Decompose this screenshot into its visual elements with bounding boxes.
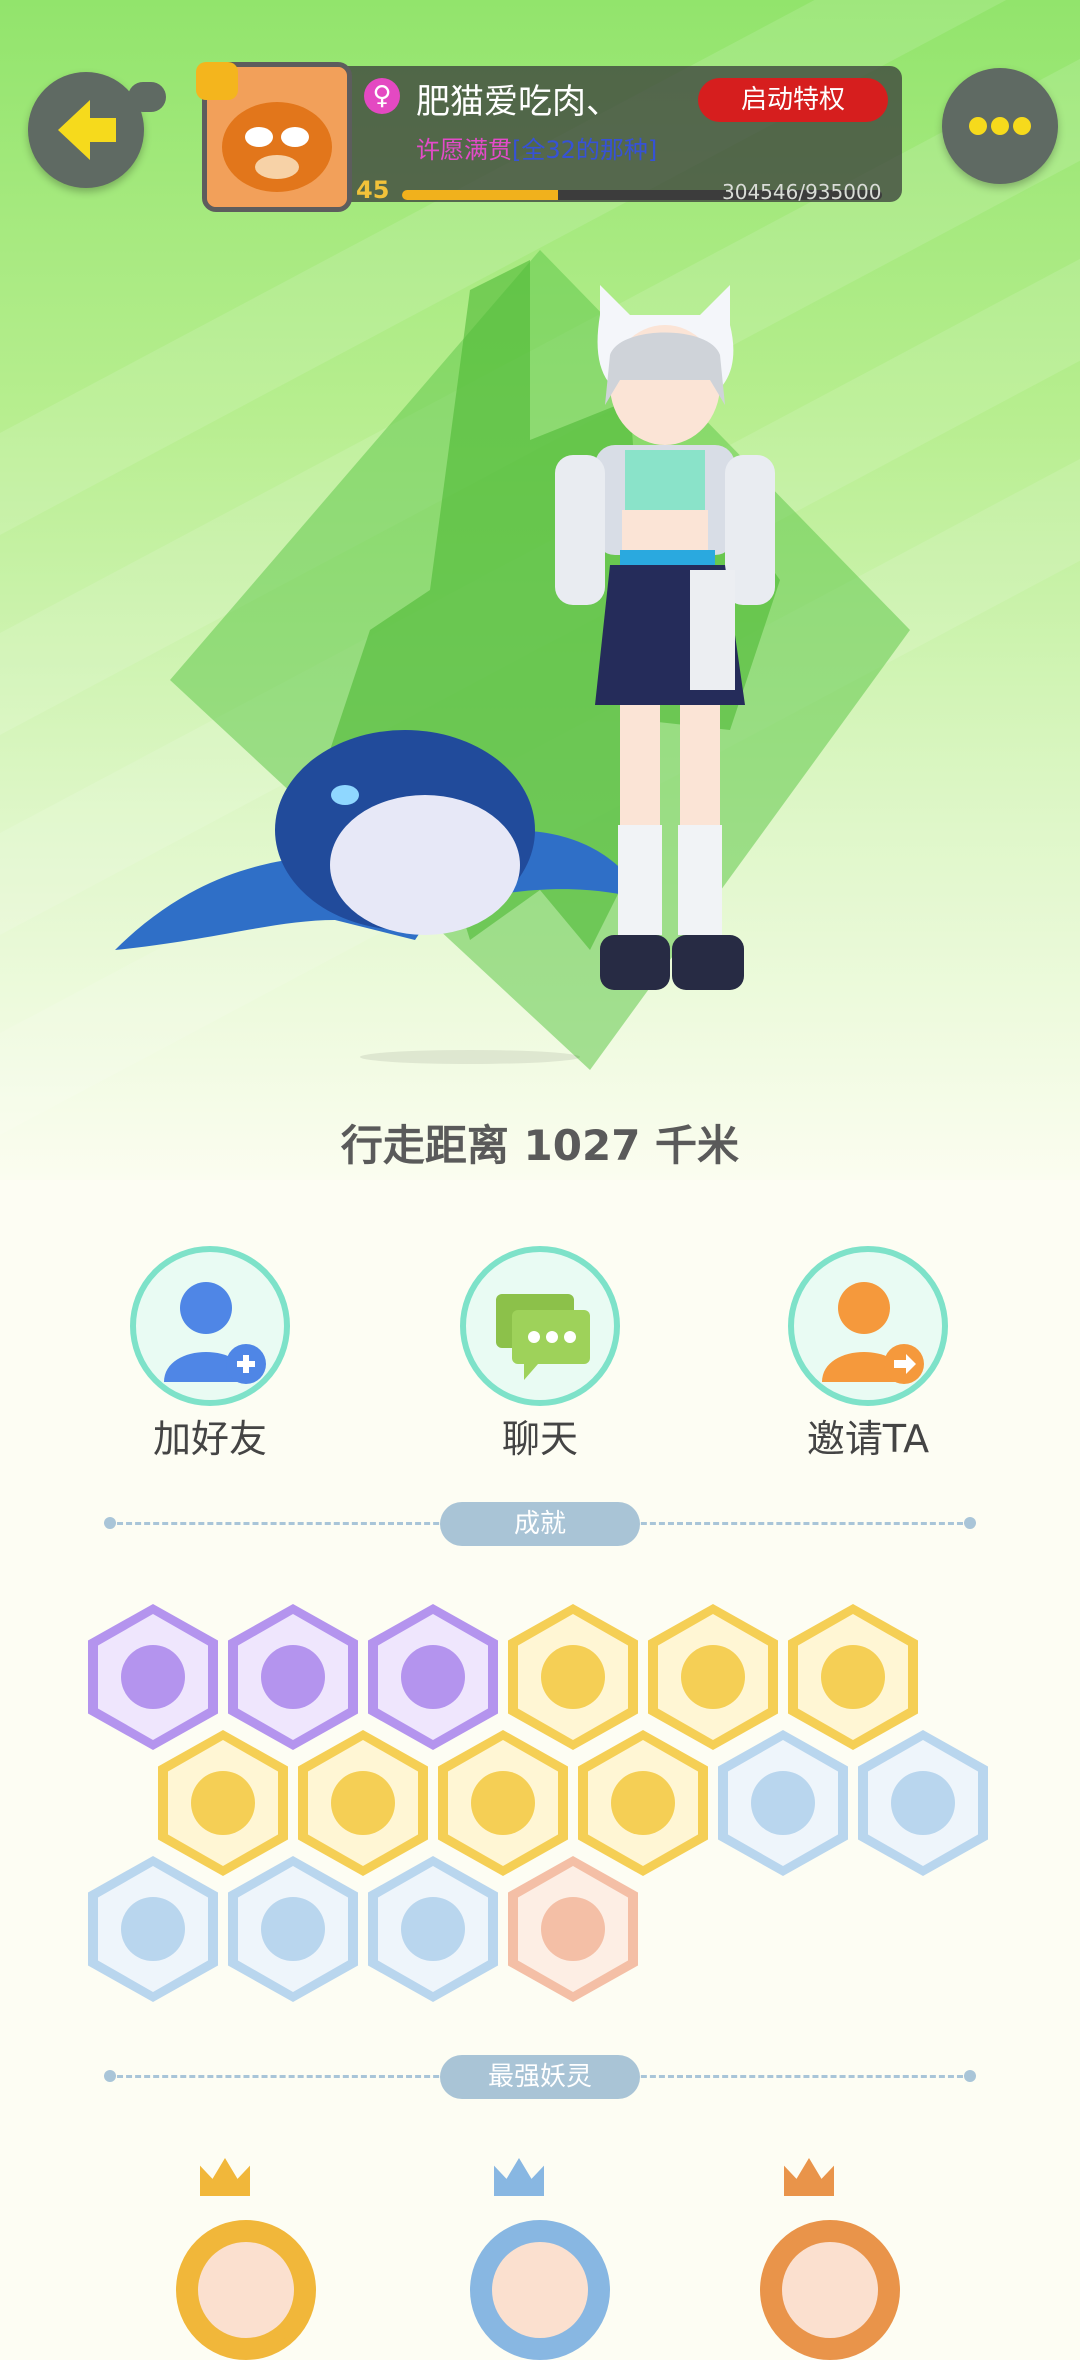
achievement-badge[interactable] — [88, 1604, 218, 1750]
achievement-badge[interactable] — [158, 1730, 288, 1876]
more-dots-icon — [969, 117, 1031, 135]
achievement-badge[interactable] — [578, 1730, 708, 1876]
achievement-badge[interactable] — [298, 1730, 428, 1876]
silver-crown-icon — [494, 2158, 544, 2196]
spirit-icon — [891, 1771, 955, 1835]
spirit-portrait-1[interactable] — [176, 2220, 316, 2360]
fish-icon — [471, 1771, 535, 1835]
achievement-badge[interactable] — [718, 1730, 848, 1876]
guild-title-a: 许愿满贯 — [416, 136, 512, 164]
achievement-badge[interactable] — [788, 1604, 918, 1750]
back-arrow-icon — [58, 100, 116, 160]
yin-yang-icon — [401, 1645, 465, 1709]
devil-face-icon — [121, 1645, 185, 1709]
back-button[interactable] — [28, 72, 144, 188]
achievement-badge[interactable] — [648, 1604, 778, 1750]
level-number: 45 — [356, 176, 390, 204]
gold-crown-icon — [200, 2158, 250, 2196]
spirit-face — [492, 2242, 588, 2338]
achievement-badge[interactable] — [368, 1856, 498, 2002]
achievement-badge[interactable] — [228, 1604, 358, 1750]
demon-statue-icon — [261, 1897, 325, 1961]
sun-medal-icon — [681, 1645, 745, 1709]
spirit-face — [198, 2242, 294, 2338]
player-avatar-model — [555, 285, 775, 990]
strongest-spirits-title: 最强妖灵 — [440, 2055, 640, 2099]
spirit-portrait-3[interactable] — [760, 2220, 900, 2360]
achievement-badge[interactable] — [508, 1604, 638, 1750]
moon-icon — [751, 1771, 815, 1835]
cat-dance-icon — [191, 1771, 255, 1835]
shield-icon — [121, 1897, 185, 1961]
guild-title: 许愿满贯[全32的那种] — [416, 130, 657, 165]
spirit-portrait-2[interactable] — [470, 2220, 610, 2360]
achievement-badge[interactable] — [858, 1730, 988, 1876]
guild-title-b: [全32的那种] — [512, 136, 658, 164]
back-button-tail — [128, 82, 166, 112]
divider-dot — [104, 1517, 116, 1529]
invite-button[interactable] — [788, 1246, 948, 1406]
spirit-face — [782, 2242, 878, 2338]
achievement-badge[interactable] — [88, 1856, 218, 2002]
achievements-title: 成就 — [440, 1502, 640, 1546]
gem-icon — [821, 1645, 885, 1709]
ghost-cat-icon — [401, 1897, 465, 1961]
invite-icon — [822, 1282, 924, 1384]
privilege-button[interactable]: 启动特权 — [698, 78, 888, 122]
shoe-icon — [541, 1645, 605, 1709]
walk-distance: 行走距离 1027 千米 — [340, 1121, 740, 1170]
stroller-icon — [541, 1897, 605, 1961]
vip-crown-icon — [196, 62, 238, 100]
username: 肥猫爱吃肉、 — [416, 82, 620, 122]
achievement-badge[interactable] — [438, 1730, 568, 1876]
add-friend-icon — [164, 1282, 266, 1384]
crystal-ball-icon — [261, 1645, 325, 1709]
talisman-icon — [331, 1771, 395, 1835]
achievement-badge[interactable] — [368, 1604, 498, 1750]
achievement-badge[interactable] — [508, 1856, 638, 2002]
exp-text: 304546/935000 — [722, 180, 882, 204]
chat-button[interactable] — [460, 1246, 620, 1406]
more-button[interactable] — [942, 68, 1058, 184]
divider-dot — [964, 1517, 976, 1529]
divider-dot — [104, 2070, 116, 2082]
bronze-crown-icon — [784, 2158, 834, 2196]
add-friend-label: 加好友 — [152, 1417, 267, 1461]
female-icon: ♀ — [364, 78, 400, 114]
invite-label: 邀请TA — [806, 1417, 930, 1461]
chat-icon — [496, 1294, 590, 1380]
ground-shadow — [360, 1050, 580, 1064]
exp-bar-fill — [402, 190, 559, 200]
fox-book-icon — [611, 1771, 675, 1835]
achievement-badge[interactable] — [228, 1856, 358, 2002]
chat-label: 聊天 — [501, 1417, 578, 1461]
divider-dot — [964, 2070, 976, 2082]
add-friend-button[interactable] — [130, 1246, 290, 1406]
